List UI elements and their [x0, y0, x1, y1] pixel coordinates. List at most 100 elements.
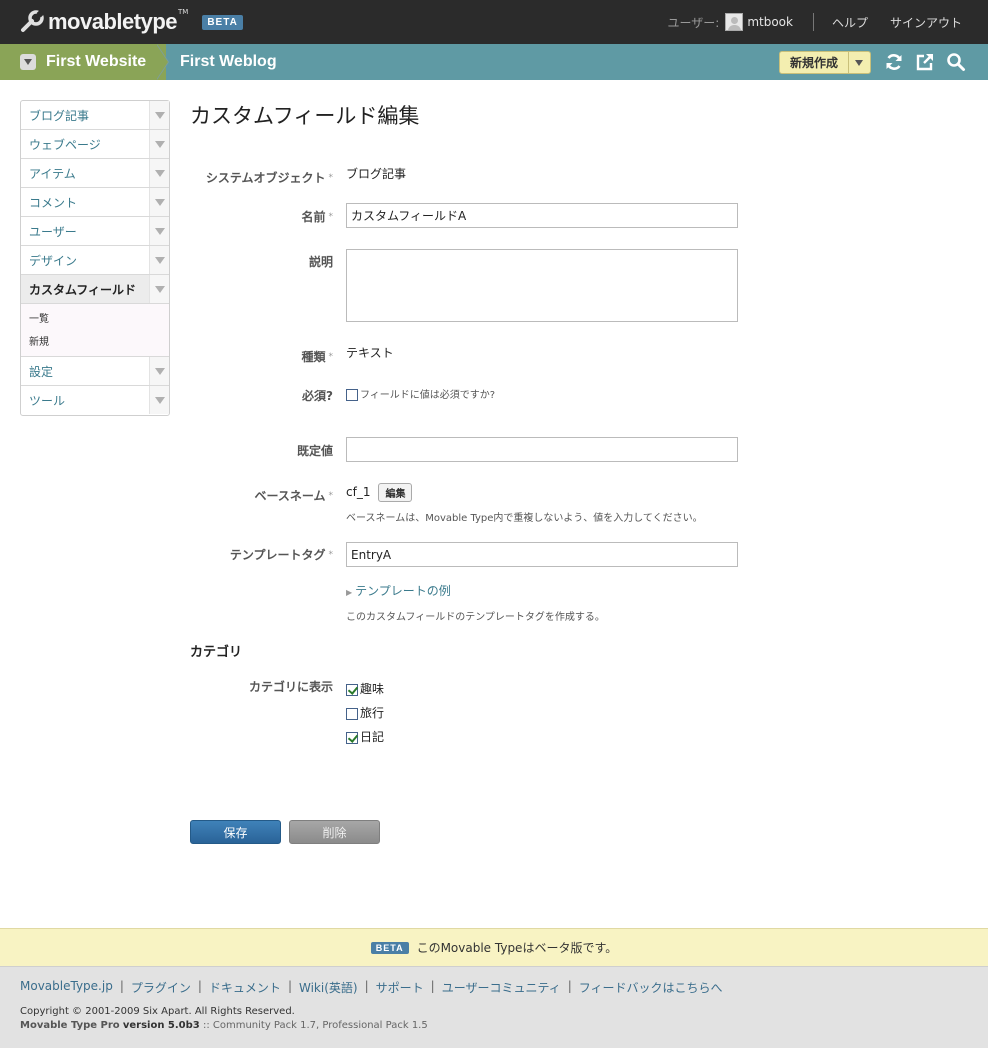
template-tag-hint: このカスタムフィールドのテンプレートタグを作成する。 — [346, 612, 605, 623]
sidebar-subitem-new[interactable]: 新規 — [29, 331, 169, 354]
delete-button[interactable]: 削除 — [289, 820, 380, 844]
sidebar-item-custom-fields[interactable]: カスタムフィールド — [21, 275, 169, 304]
sidebar-item-label[interactable]: ユーザー — [29, 223, 77, 240]
sidebar-item-label[interactable]: ブログ記事 — [29, 107, 89, 124]
triangle-right-icon: ▶ — [346, 588, 353, 597]
user-menu: ユーザー: mtbook ヘルプ サインアウト — [668, 0, 962, 44]
type-value: テキスト — [346, 346, 394, 360]
footer-link-documents[interactable]: ドキュメント — [209, 979, 281, 996]
field-label-text: 種類 — [301, 350, 326, 364]
basename-hint: ベースネームは、Movable Type内で重複しないよう、値を入力してください… — [346, 513, 703, 524]
create-new-label[interactable]: 新規作成 — [780, 52, 848, 73]
basename-edit-button[interactable]: 編集 — [378, 483, 413, 502]
chevron-down-icon[interactable] — [149, 357, 169, 385]
logo[interactable]: movabletype TM BETA — [20, 6, 243, 38]
category-checkbox[interactable] — [346, 731, 358, 744]
system-object-value: ブログ記事 — [346, 167, 407, 181]
default-value-label: 既定値 — [296, 444, 333, 458]
chevron-down-icon[interactable] — [149, 101, 169, 129]
name-input[interactable] — [346, 203, 738, 228]
sidebar-item-label[interactable]: アイテム — [29, 165, 76, 182]
sidebar-item-settings[interactable]: 設定 — [21, 357, 169, 386]
footer-link-feedback[interactable]: フィードバックはこちらへ — [579, 979, 723, 996]
sidebar-item-tools[interactable]: ツール — [21, 386, 169, 415]
sidebar-item-label[interactable]: 設定 — [29, 363, 53, 380]
template-tag-input[interactable] — [346, 542, 738, 567]
field-label-text: テンプレートタグ — [229, 548, 326, 562]
required-checkbox[interactable] — [346, 389, 358, 401]
sidebar-item-entries[interactable]: ブログ記事 — [21, 101, 169, 130]
beta-badge: BETA — [370, 941, 409, 954]
version-number: version 5.0b3 — [122, 1020, 200, 1031]
chevron-down-icon[interactable] — [149, 159, 169, 187]
separator: | — [119, 979, 124, 993]
chevron-down-icon[interactable] — [149, 275, 169, 303]
page-title: カスタムフィールド編集 — [190, 104, 420, 128]
avatar — [725, 13, 744, 31]
chevron-down-icon[interactable] — [149, 386, 169, 414]
chevron-down-icon[interactable] — [149, 188, 169, 216]
website-selector[interactable]: First Website — [0, 44, 166, 80]
category-checkbox[interactable] — [346, 683, 358, 696]
footer-link-plugins[interactable]: プラグイン — [131, 979, 191, 996]
separator: | — [197, 979, 202, 993]
wrench-logo-icon — [20, 9, 46, 35]
name-label: 名前 * — [301, 208, 333, 225]
logo-text: movabletype — [48, 9, 178, 34]
footer-link-wiki[interactable]: Wiki(英語) — [299, 979, 358, 996]
default-value-input[interactable] — [346, 437, 738, 462]
refresh-icon[interactable] — [884, 52, 904, 72]
sidebar-item-label[interactable]: カスタムフィールド — [29, 281, 136, 298]
category-checkbox[interactable] — [346, 707, 358, 720]
template-examples-toggle[interactable]: ▶ テンプレートの例 — [346, 582, 451, 599]
basename-row: cf_1 編集 — [346, 483, 413, 502]
category-option-label[interactable]: 趣味 — [360, 682, 384, 696]
sidebar-item-comments[interactable]: コメント — [21, 188, 169, 217]
required-checkbox-label[interactable]: フィールドに値は必須ですか? — [360, 390, 495, 401]
required-option[interactable]: フィールドに値は必須ですか? — [346, 386, 495, 401]
sidebar-item-assets[interactable]: アイテム — [21, 159, 169, 188]
beta-notice-bar: BETA このMovable Typeはベータ版です。 — [0, 928, 988, 966]
beta-notice-text: このMovable Typeはベータ版です。 — [416, 941, 618, 955]
sidebar-item-label[interactable]: コメント — [29, 194, 77, 211]
blog-name[interactable]: First Weblog — [180, 44, 277, 80]
footer-link-community[interactable]: ユーザーコミュニティ — [442, 979, 561, 996]
sidebar-item-label[interactable]: デザイン — [29, 252, 77, 269]
category-option-label[interactable]: 日記 — [360, 730, 384, 744]
separator: | — [430, 979, 435, 993]
template-examples-link[interactable]: テンプレートの例 — [355, 584, 451, 598]
category-option-diary[interactable]: 日記 — [346, 728, 384, 745]
create-new-button[interactable]: 新規作成 — [779, 51, 871, 74]
chevron-down-icon[interactable] — [848, 52, 870, 73]
sidebar-item-pages[interactable]: ウェブページ — [21, 130, 169, 159]
signout-link[interactable]: サインアウト — [890, 14, 962, 31]
category-option-hobby[interactable]: 趣味 — [346, 680, 384, 697]
separator: | — [287, 979, 292, 993]
help-link[interactable]: ヘルプ — [832, 14, 868, 31]
view-site-icon[interactable] — [915, 52, 935, 72]
website-name[interactable]: First Website — [46, 53, 146, 71]
chevron-down-icon[interactable] — [149, 130, 169, 158]
footer-link-movabletype-jp[interactable]: MovableType.jp — [20, 979, 113, 996]
dropdown-icon[interactable] — [20, 54, 36, 70]
chevron-down-icon[interactable] — [149, 217, 169, 245]
description-textarea[interactable] — [346, 249, 738, 322]
sidebar-item-label[interactable]: ウェブページ — [29, 136, 101, 153]
sidebar-item-users[interactable]: ユーザー — [21, 217, 169, 246]
footer-link-support[interactable]: サポート — [376, 979, 424, 996]
required-mark: * — [328, 212, 334, 222]
sidebar-item-design[interactable]: デザイン — [21, 246, 169, 275]
sidebar-submenu: 一覧 新規 — [21, 304, 169, 357]
category-option-travel[interactable]: 旅行 — [346, 704, 384, 721]
field-label-text: システムオブジェクト — [205, 171, 326, 185]
chevron-down-icon[interactable] — [149, 246, 169, 274]
sidebar-subitem-list[interactable]: 一覧 — [29, 308, 169, 331]
sidebar-item-label[interactable]: ツール — [29, 392, 65, 409]
save-button[interactable]: 保存 — [190, 820, 281, 844]
basename-label: ベースネーム * — [254, 487, 333, 504]
field-label-text: ベースネーム — [254, 489, 326, 503]
category-option-label[interactable]: 旅行 — [360, 706, 384, 720]
search-icon[interactable] — [946, 52, 966, 72]
username-link[interactable]: mtbook — [747, 15, 793, 29]
version-packs: :: Community Pack 1.7, Professional Pack… — [202, 1020, 428, 1031]
